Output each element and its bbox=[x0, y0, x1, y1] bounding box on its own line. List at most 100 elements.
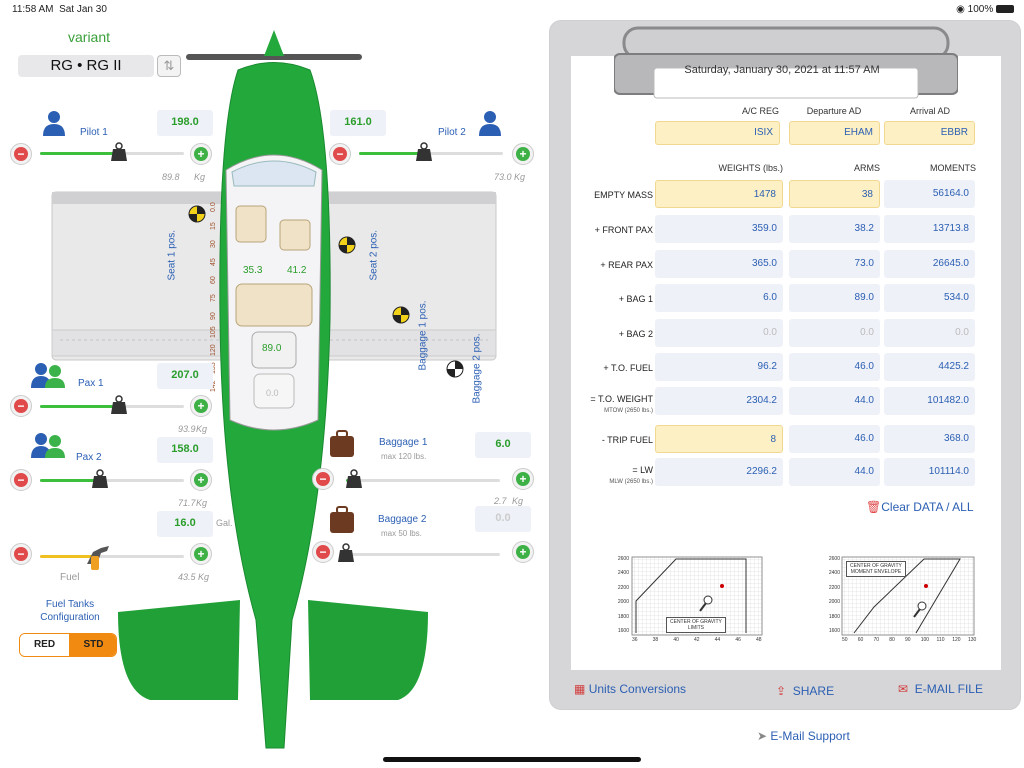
x-tick-label: 120 bbox=[952, 637, 961, 643]
pilot1-increase-button[interactable]: + bbox=[190, 143, 212, 165]
arm-cell[interactable]: 73.0 bbox=[789, 250, 880, 278]
person-icon bbox=[479, 111, 501, 136]
fuel-tanks-line2: Configuration bbox=[40, 612, 100, 623]
moment-cell[interactable]: 26645.0 bbox=[884, 250, 975, 278]
ruler-tick-label: 60 bbox=[210, 276, 217, 284]
pax1-increase-button[interactable]: + bbox=[190, 395, 212, 417]
fuel-nozzle-icon[interactable] bbox=[83, 542, 113, 572]
email-support-button[interactable]: ➤ E-Mail Support bbox=[757, 729, 850, 743]
fuel-increase-button[interactable]: + bbox=[190, 543, 212, 565]
arm-cell[interactable]: 38.2 bbox=[789, 215, 880, 243]
clear-data-button[interactable]: 🗑Clear DATA / ALL bbox=[866, 500, 974, 514]
share-button[interactable]: ⇪ SHARE bbox=[776, 684, 834, 698]
baggage1-decrease-button[interactable]: − bbox=[312, 468, 334, 490]
arm-cell[interactable]: 46.0 bbox=[789, 425, 880, 453]
weight-cell[interactable]: 359.0 bbox=[655, 215, 783, 243]
moment-cell[interactable]: 101482.0 bbox=[884, 387, 975, 415]
moment-cell[interactable]: 13713.8 bbox=[884, 215, 975, 243]
weight-slider-handle[interactable] bbox=[337, 543, 355, 563]
weight-cell[interactable]: 6.0 bbox=[655, 284, 783, 312]
moment-cell[interactable]: 4425.2 bbox=[884, 353, 975, 381]
variant-selector[interactable]: RG • RG II bbox=[18, 55, 154, 77]
departure-header: Departure AD bbox=[806, 106, 862, 116]
cg-limits-chart[interactable]: CENTER OF GRAVITY LIMITS 2600 2400 2200 200… bbox=[614, 555, 766, 647]
ac-reg-field[interactable]: ISIX bbox=[655, 121, 780, 145]
baggage1-increase-button[interactable]: + bbox=[512, 468, 534, 490]
weight-cell[interactable]: 0.0 bbox=[655, 319, 783, 347]
fuel-tanks-red-option[interactable]: RED bbox=[20, 634, 69, 656]
pilot2-weight-field[interactable]: 161.0 bbox=[330, 110, 386, 136]
pilot1-weight-field[interactable]: 198.0 bbox=[157, 110, 213, 136]
fuel-tanks-segmented-control[interactable]: RED STD bbox=[19, 633, 117, 657]
pax2-slider[interactable] bbox=[40, 479, 184, 482]
report-date: Saturday, January 30, 2021 at 11:57 AM bbox=[684, 64, 880, 76]
moment-cell[interactable]: 0.0 bbox=[884, 319, 975, 347]
arm-cell[interactable]: 0.0 bbox=[789, 319, 880, 347]
cg-marker-icon[interactable] bbox=[392, 306, 410, 324]
moment-cell[interactable]: 101114.0 bbox=[884, 458, 975, 486]
pilot1-kg-unit: Kg bbox=[194, 172, 206, 182]
swap-variant-button[interactable]: ⇅ bbox=[157, 55, 181, 77]
moment-cell[interactable]: 368.0 bbox=[884, 425, 975, 453]
units-conversions-button[interactable]: ▦ Units Conversions bbox=[574, 682, 686, 696]
pax2-decrease-button[interactable]: − bbox=[10, 469, 32, 491]
weight-cell[interactable]: 96.2 bbox=[655, 353, 783, 381]
ruler-tick-label: 75 bbox=[210, 294, 217, 302]
pilot1-decrease-button[interactable]: − bbox=[10, 143, 32, 165]
baggage1-slider[interactable] bbox=[346, 479, 500, 482]
baggage1-label: Baggage 1 bbox=[379, 437, 428, 448]
arm-cell[interactable]: 44.0 bbox=[789, 458, 880, 486]
cg-marker-icon[interactable] bbox=[188, 205, 206, 223]
weight-slider-handle[interactable] bbox=[110, 395, 128, 415]
baggage2-decrease-button[interactable]: − bbox=[312, 541, 334, 563]
fuel-quantity-field[interactable]: 16.0 bbox=[157, 511, 213, 537]
baggage1-weight-field[interactable]: 6.0 bbox=[475, 432, 531, 458]
fuel-kg: 43.5 bbox=[178, 572, 196, 582]
weight-slider-handle[interactable] bbox=[110, 142, 128, 162]
departure-field[interactable]: EHAM bbox=[789, 121, 880, 145]
cg-marker-icon[interactable] bbox=[338, 236, 356, 254]
weight-cell[interactable]: 365.0 bbox=[655, 250, 783, 278]
weight-cell[interactable]: 2304.2 bbox=[655, 387, 783, 415]
arm-cell[interactable]: 46.0 bbox=[789, 353, 880, 381]
arm-cell[interactable]: 38 bbox=[789, 180, 880, 208]
ruler-tick-label: 0.0 bbox=[210, 202, 217, 212]
pax2-increase-button[interactable]: + bbox=[190, 469, 212, 491]
y-tick-label: 1800 bbox=[828, 613, 840, 620]
row-label: EMPTY MASS bbox=[594, 190, 653, 200]
baggage2-weight-field[interactable]: 0.0 bbox=[475, 506, 531, 532]
moment-cell[interactable]: 534.0 bbox=[884, 284, 975, 312]
arm-cell[interactable]: 89.0 bbox=[789, 284, 880, 312]
grid-icon: ▦ bbox=[574, 682, 586, 696]
email-file-button[interactable]: ✉ E-MAIL FILE bbox=[898, 682, 983, 696]
seat2-arm-value: 41.2 bbox=[287, 265, 307, 276]
weight-slider-handle[interactable] bbox=[91, 469, 109, 489]
fuel-tanks-line1: Fuel Tanks bbox=[45, 599, 95, 610]
baggage2-slider[interactable] bbox=[346, 553, 500, 556]
x-tick-label: 48 bbox=[756, 637, 762, 643]
pilot2-decrease-button[interactable]: − bbox=[329, 143, 351, 165]
pax1-weight-field[interactable]: 207.0 bbox=[157, 363, 213, 389]
weight-slider-handle[interactable] bbox=[345, 469, 363, 489]
email-file-label: E-MAIL FILE bbox=[914, 682, 983, 696]
baggage2-increase-button[interactable]: + bbox=[512, 541, 534, 563]
wifi-icon: ◉ bbox=[956, 4, 965, 15]
cg-marker-icon[interactable] bbox=[446, 360, 464, 378]
pilot2-increase-button[interactable]: + bbox=[512, 143, 534, 165]
cg-moment-envelope-chart[interactable]: CENTER OF GRAVITY MOMENT ENVELOPE 2600 24… bbox=[828, 555, 978, 647]
x-tick-label: 42 bbox=[694, 637, 700, 643]
pax1-decrease-button[interactable]: − bbox=[10, 395, 32, 417]
fuel-decrease-button[interactable]: − bbox=[10, 543, 32, 565]
fuel-tanks-std-option[interactable]: STD bbox=[69, 634, 116, 656]
pax2-weight-field[interactable]: 158.0 bbox=[157, 437, 213, 463]
pax2-label: Pax 2 bbox=[76, 452, 102, 463]
arm-cell[interactable]: 44.0 bbox=[789, 387, 880, 415]
ruler-tick-label: 90 bbox=[210, 312, 217, 320]
weight-cell[interactable]: 1478 bbox=[655, 180, 783, 208]
weight-slider-handle[interactable] bbox=[415, 142, 433, 162]
y-tick-label: 2000 bbox=[617, 599, 629, 606]
weight-cell[interactable]: 2296.2 bbox=[655, 458, 783, 486]
moment-cell[interactable]: 56164.0 bbox=[884, 180, 975, 208]
arrival-field[interactable]: EBBR bbox=[884, 121, 975, 145]
weight-cell[interactable]: 8 bbox=[655, 425, 783, 453]
